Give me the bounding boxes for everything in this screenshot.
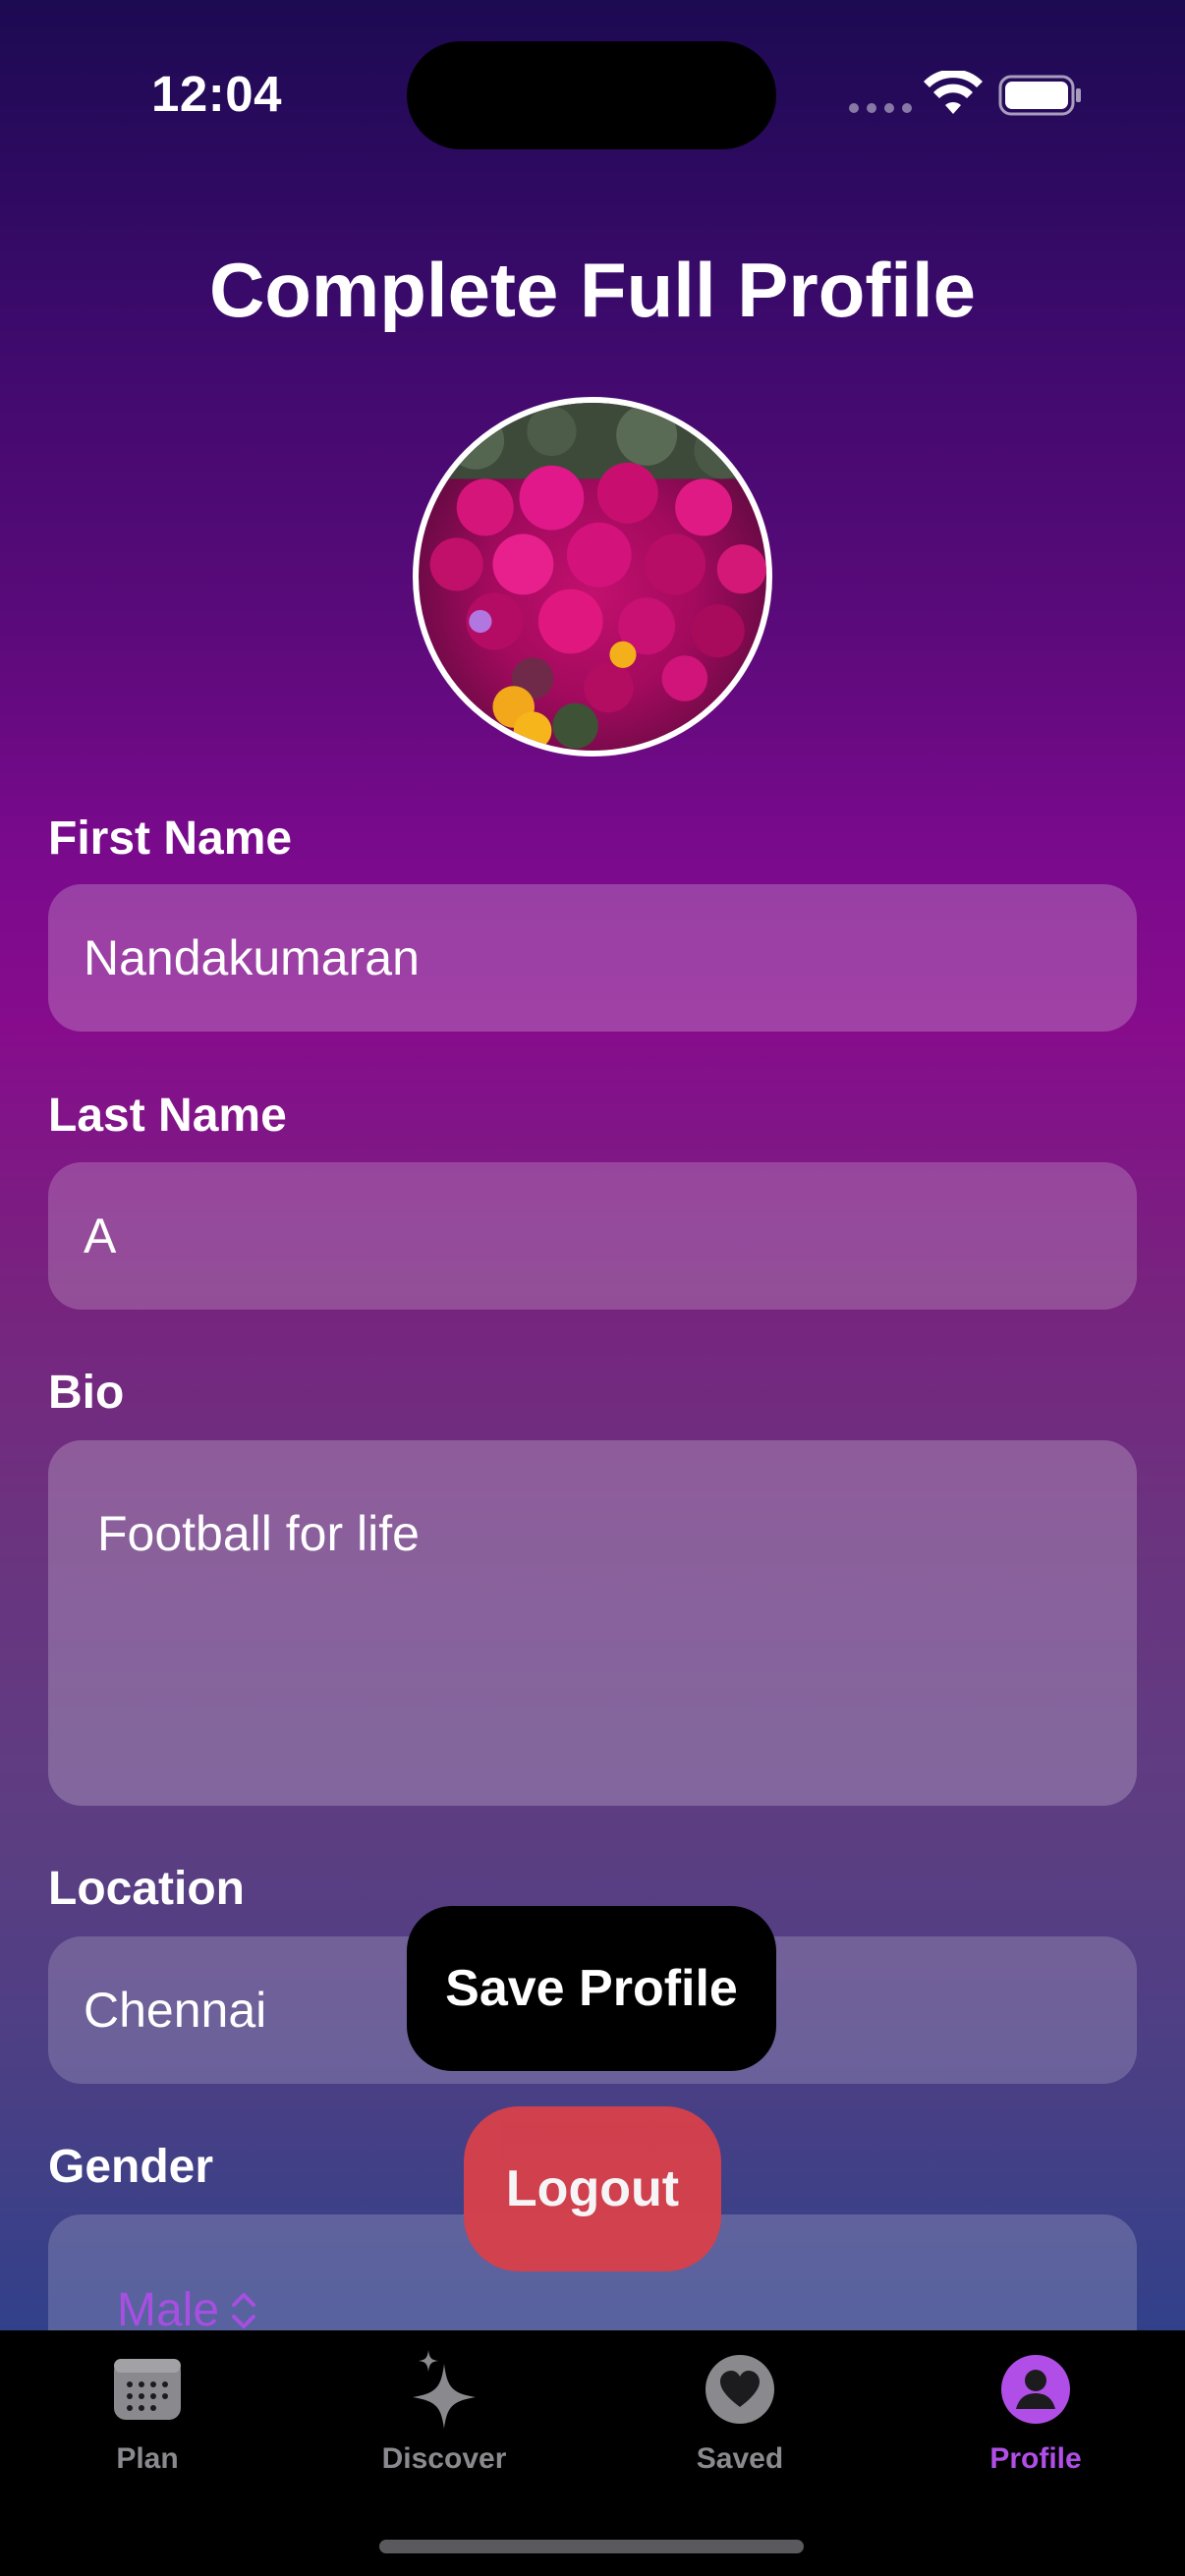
status-time: 12:04 xyxy=(151,66,282,122)
page-title: Complete Full Profile xyxy=(208,247,977,333)
last-name-value: A xyxy=(84,1208,117,1263)
last-name-label: Last Name xyxy=(48,1090,287,1142)
tab-profile[interactable]: Profile xyxy=(918,2350,1154,2497)
sparkles-icon xyxy=(405,2350,483,2429)
tab-profile-label: Profile xyxy=(989,2442,1082,2475)
location-label: Location xyxy=(48,1863,245,1915)
tab-discover[interactable]: Discover xyxy=(326,2350,562,2497)
location-value: Chennai xyxy=(84,1983,267,2038)
bio-value: Football for life xyxy=(97,1506,420,1561)
profile-avatar[interactable] xyxy=(413,397,772,756)
wifi-icon xyxy=(924,71,983,114)
battery-icon xyxy=(998,75,1081,116)
first-name-field[interactable]: Nandakumaran xyxy=(48,884,1137,1032)
bio-textarea[interactable]: Football for life xyxy=(48,1440,1137,1806)
cellular-signal-icon xyxy=(849,103,912,113)
tab-plan[interactable]: Plan xyxy=(29,2350,265,2497)
logout-button[interactable]: Logout xyxy=(464,2106,721,2271)
save-profile-button[interactable]: Save Profile xyxy=(407,1906,776,2071)
first-name-value: Nandakumaran xyxy=(84,930,420,985)
first-name-label: First Name xyxy=(48,812,293,865)
tab-discover-label: Discover xyxy=(381,2442,507,2475)
gender-label: Gender xyxy=(48,2141,214,2193)
calendar-icon xyxy=(108,2350,187,2429)
gender-select[interactable]: Male xyxy=(117,2283,258,2337)
tab-saved-label: Saved xyxy=(696,2442,784,2475)
chevron-up-down-icon xyxy=(232,2292,256,2328)
person-icon xyxy=(996,2350,1075,2429)
home-indicator xyxy=(379,2540,804,2553)
profile-screen: 12:04 Complete Full Profile First Name N… xyxy=(0,0,1185,2576)
last-name-field[interactable]: A xyxy=(48,1162,1137,1310)
dynamic-island xyxy=(407,41,776,149)
heart-icon xyxy=(701,2350,779,2429)
avatar-flower-image xyxy=(419,403,766,751)
bio-label: Bio xyxy=(48,1367,125,1419)
gender-value: Male xyxy=(117,2284,220,2336)
tab-plan-label: Plan xyxy=(116,2442,179,2475)
tab-saved[interactable]: Saved xyxy=(622,2350,858,2497)
